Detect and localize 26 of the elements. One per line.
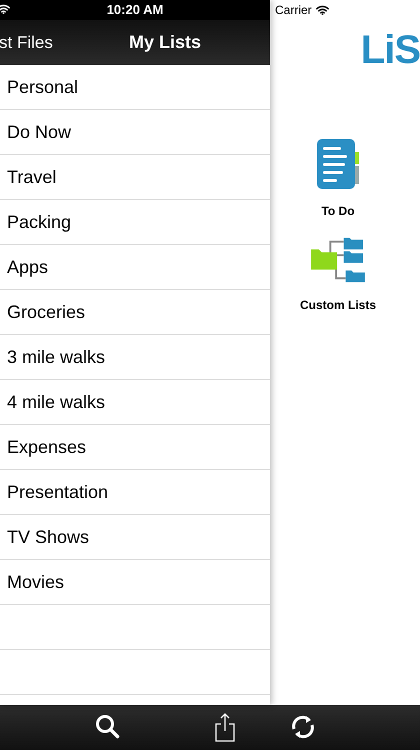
- share-icon: [214, 712, 236, 742]
- list-row[interactable]: Movies: [0, 560, 270, 605]
- list-row[interactable]: TV Shows: [0, 515, 270, 560]
- list-row[interactable]: 4 mile walks: [0, 380, 270, 425]
- search-icon: [95, 714, 121, 740]
- list-row[interactable]: Travel: [0, 155, 270, 200]
- list-row[interactable]: Expenses: [0, 425, 270, 470]
- wifi-icon: [316, 5, 329, 15]
- list-row[interactable]: Groceries: [0, 290, 270, 335]
- list-row[interactable]: Presentation: [0, 470, 270, 515]
- list-row[interactable]: Personal: [0, 65, 270, 110]
- carrier-label: Carrier: [275, 2, 312, 19]
- wifi-icon: [0, 4, 10, 14]
- status-time: 10:20 AM: [106, 1, 164, 20]
- notepad-icon: [316, 138, 360, 190]
- list-row[interactable]: 3 mile walks: [0, 335, 270, 380]
- list-row[interactable]: Apps: [0, 245, 270, 290]
- nav-title: My Lists: [128, 31, 202, 54]
- home-tile[interactable]: Custom Lists: [300, 234, 376, 314]
- tile-label: Custom Lists: [300, 297, 376, 314]
- tile-label: To Do: [321, 203, 355, 220]
- logo: LiS: [360, 30, 420, 70]
- refresh-icon: [290, 714, 316, 740]
- list-row[interactable]: Do Now: [0, 110, 270, 155]
- home-tile[interactable]: To Do: [316, 138, 360, 220]
- list-row[interactable]: Packing: [0, 200, 270, 245]
